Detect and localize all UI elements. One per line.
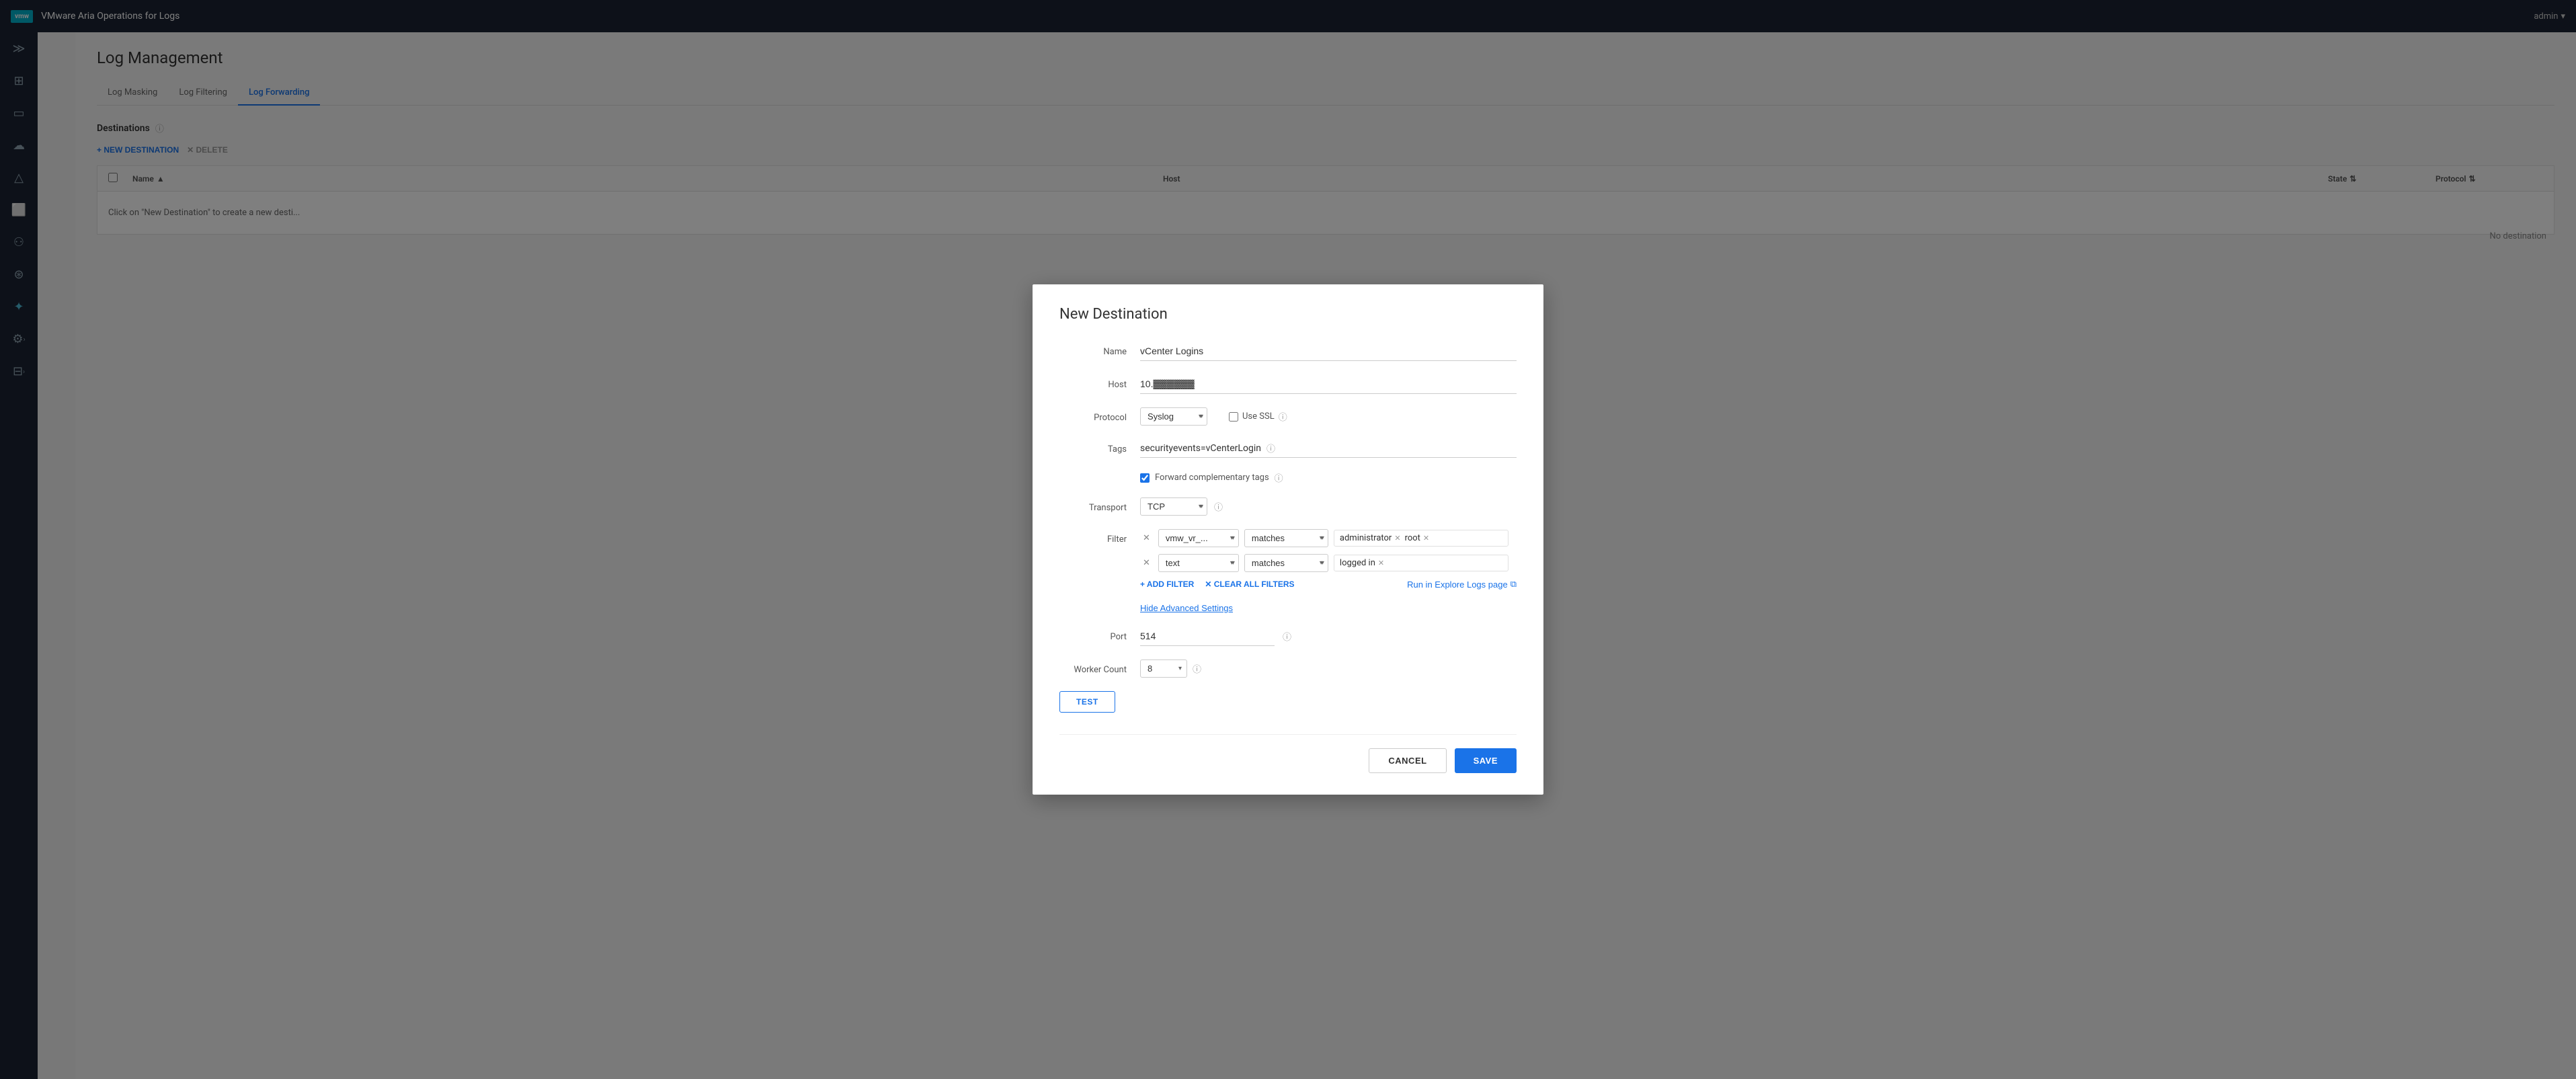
- filter-actions-left: + ADD FILTER ✕ CLEAR ALL FILTERS: [1140, 580, 1295, 589]
- port-label: Port: [1059, 627, 1140, 642]
- transport-select[interactable]: TCP UDP: [1140, 497, 1207, 516]
- hide-advanced-button[interactable]: Hide Advanced Settings: [1140, 603, 1233, 613]
- filter-1-field-select[interactable]: vmw_vr_...: [1158, 529, 1239, 547]
- use-ssl-checkbox-label: Use SSL ⓘ: [1229, 410, 1287, 423]
- worker-count-row: Worker Count 1 2 4 8 16 ⓘ: [1059, 660, 1517, 678]
- worker-count-control: 1 2 4 8 16 ⓘ: [1140, 660, 1517, 678]
- name-input[interactable]: [1140, 342, 1517, 361]
- cancel-button[interactable]: CANCEL: [1369, 748, 1446, 773]
- filter-2-field-select[interactable]: text: [1158, 554, 1239, 572]
- dialog-overlay: New Destination Name Host Protocol Sysl: [0, 0, 2576, 1079]
- transport-info-icon: ⓘ: [1214, 500, 1223, 513]
- forward-tags-row: Forward complementary tags ⓘ: [1140, 471, 1517, 484]
- name-label: Name: [1059, 342, 1140, 357]
- port-input-row: ⓘ: [1140, 627, 1517, 646]
- filter-2-tag-logged-in: logged in ✕: [1340, 558, 1384, 568]
- filter-2-remove-icon[interactable]: ✕: [1140, 555, 1153, 571]
- explore-logs-label: Run in Explore Logs page: [1407, 580, 1508, 590]
- protocol-control: Syslog UDP TCP ▾ Use SSL ⓘ: [1140, 407, 1517, 426]
- filter-2-op-select[interactable]: matches contains does not match: [1244, 554, 1328, 572]
- worker-count-select-wrapper: 1 2 4 8 16: [1140, 660, 1187, 678]
- transport-select-wrapper: TCP UDP ▾: [1140, 497, 1207, 516]
- dialog-title: New Destination: [1059, 306, 1517, 323]
- host-control: [1140, 374, 1517, 394]
- filter-row: Filter ✕ vmw_vr_... ▾ matches contains: [1059, 529, 1517, 590]
- port-input[interactable]: [1140, 627, 1275, 646]
- filter-1-tag-administrator: administrator ✕: [1340, 533, 1401, 543]
- use-ssl-info-icon: ⓘ: [1279, 410, 1287, 423]
- worker-count-input-row: 1 2 4 8 16 ⓘ: [1140, 660, 1517, 678]
- host-input[interactable]: [1140, 374, 1517, 394]
- tags-input-wrapper: securityevents=vCenterLogin ⓘ: [1140, 439, 1517, 458]
- tags-control: securityevents=vCenterLogin ⓘ: [1140, 439, 1517, 458]
- dialog-footer: CANCEL SAVE: [1059, 734, 1517, 773]
- filter-1-tag-root-remove[interactable]: ✕: [1423, 534, 1429, 543]
- protocol-select[interactable]: Syslog UDP TCP: [1140, 407, 1207, 426]
- protocol-label: Protocol: [1059, 407, 1140, 423]
- name-row: Name: [1059, 342, 1517, 361]
- filter-1-op-select[interactable]: matches contains does not match: [1244, 529, 1328, 547]
- tags-row: Tags securityevents=vCenterLogin ⓘ: [1059, 439, 1517, 458]
- name-control: [1140, 342, 1517, 361]
- filter-1-tag-administrator-remove[interactable]: ✕: [1394, 534, 1400, 543]
- port-control: ⓘ: [1140, 627, 1517, 646]
- filter-actions: + ADD FILTER ✕ CLEAR ALL FILTERS Run in …: [1140, 579, 1517, 590]
- filter-row-2: ✕ text ▾ matches contains does not match: [1140, 554, 1517, 572]
- host-row: Host: [1059, 374, 1517, 394]
- worker-count-select[interactable]: 1 2 4 8 16: [1140, 660, 1187, 678]
- clear-filters-button[interactable]: ✕ CLEAR ALL FILTERS: [1205, 580, 1294, 589]
- filter-row-1: ✕ vmw_vr_... ▾ matches contains does not…: [1140, 529, 1517, 547]
- ssl-row: Syslog UDP TCP ▾ Use SSL ⓘ: [1140, 407, 1517, 426]
- use-ssl-label: Use SSL: [1242, 411, 1275, 422]
- transport-control: TCP UDP ▾ ⓘ: [1140, 497, 1517, 516]
- add-filter-button[interactable]: + ADD FILTER: [1140, 580, 1194, 589]
- filter-2-op-wrapper: matches contains does not match ▾: [1244, 554, 1328, 572]
- forward-tags-info-icon: ⓘ: [1275, 471, 1283, 484]
- explore-logs-icon: ⧉: [1511, 579, 1517, 590]
- filter-1-remove-icon[interactable]: ✕: [1140, 530, 1153, 546]
- transport-row: Transport TCP UDP ▾ ⓘ: [1059, 497, 1517, 516]
- new-destination-dialog: New Destination Name Host Protocol Sysl: [1033, 284, 1543, 795]
- tags-info-icon: ⓘ: [1266, 442, 1275, 454]
- filter-2-tag-logged-in-remove[interactable]: ✕: [1378, 559, 1384, 567]
- port-row: Port ⓘ: [1059, 627, 1517, 646]
- filter-2-field-wrapper: text ▾: [1158, 554, 1239, 572]
- filter-label: Filter: [1059, 529, 1140, 545]
- use-ssl-checkbox[interactable]: [1229, 412, 1238, 422]
- filter-2-values: logged in ✕: [1334, 555, 1508, 571]
- filter-1-values: administrator ✕ root ✕: [1334, 530, 1508, 547]
- tags-label: Tags: [1059, 439, 1140, 454]
- filter-1-field-wrapper: vmw_vr_... ▾: [1158, 529, 1239, 547]
- filter-control: ✕ vmw_vr_... ▾ matches contains does not…: [1140, 529, 1517, 590]
- transport-label: Transport: [1059, 497, 1140, 513]
- worker-count-info-icon: ⓘ: [1193, 662, 1201, 675]
- forward-tags-checkbox[interactable]: [1140, 473, 1150, 483]
- filter-1-tag-root: root ✕: [1405, 533, 1430, 543]
- test-button-row: TEST: [1059, 691, 1517, 713]
- host-label: Host: [1059, 374, 1140, 390]
- test-button[interactable]: TEST: [1059, 691, 1115, 713]
- filter-1-op-wrapper: matches contains does not match ▾: [1244, 529, 1328, 547]
- explore-logs-button[interactable]: Run in Explore Logs page ⧉: [1407, 579, 1517, 590]
- save-button[interactable]: SAVE: [1455, 748, 1517, 773]
- protocol-row: Protocol Syslog UDP TCP ▾ Use SSL: [1059, 407, 1517, 426]
- worker-count-label: Worker Count: [1059, 660, 1140, 675]
- forward-tags-label: Forward complementary tags: [1155, 473, 1269, 483]
- tags-value: securityevents=vCenterLogin: [1140, 443, 1261, 454]
- port-info-icon: ⓘ: [1283, 630, 1291, 643]
- protocol-select-wrapper: Syslog UDP TCP ▾: [1140, 407, 1207, 426]
